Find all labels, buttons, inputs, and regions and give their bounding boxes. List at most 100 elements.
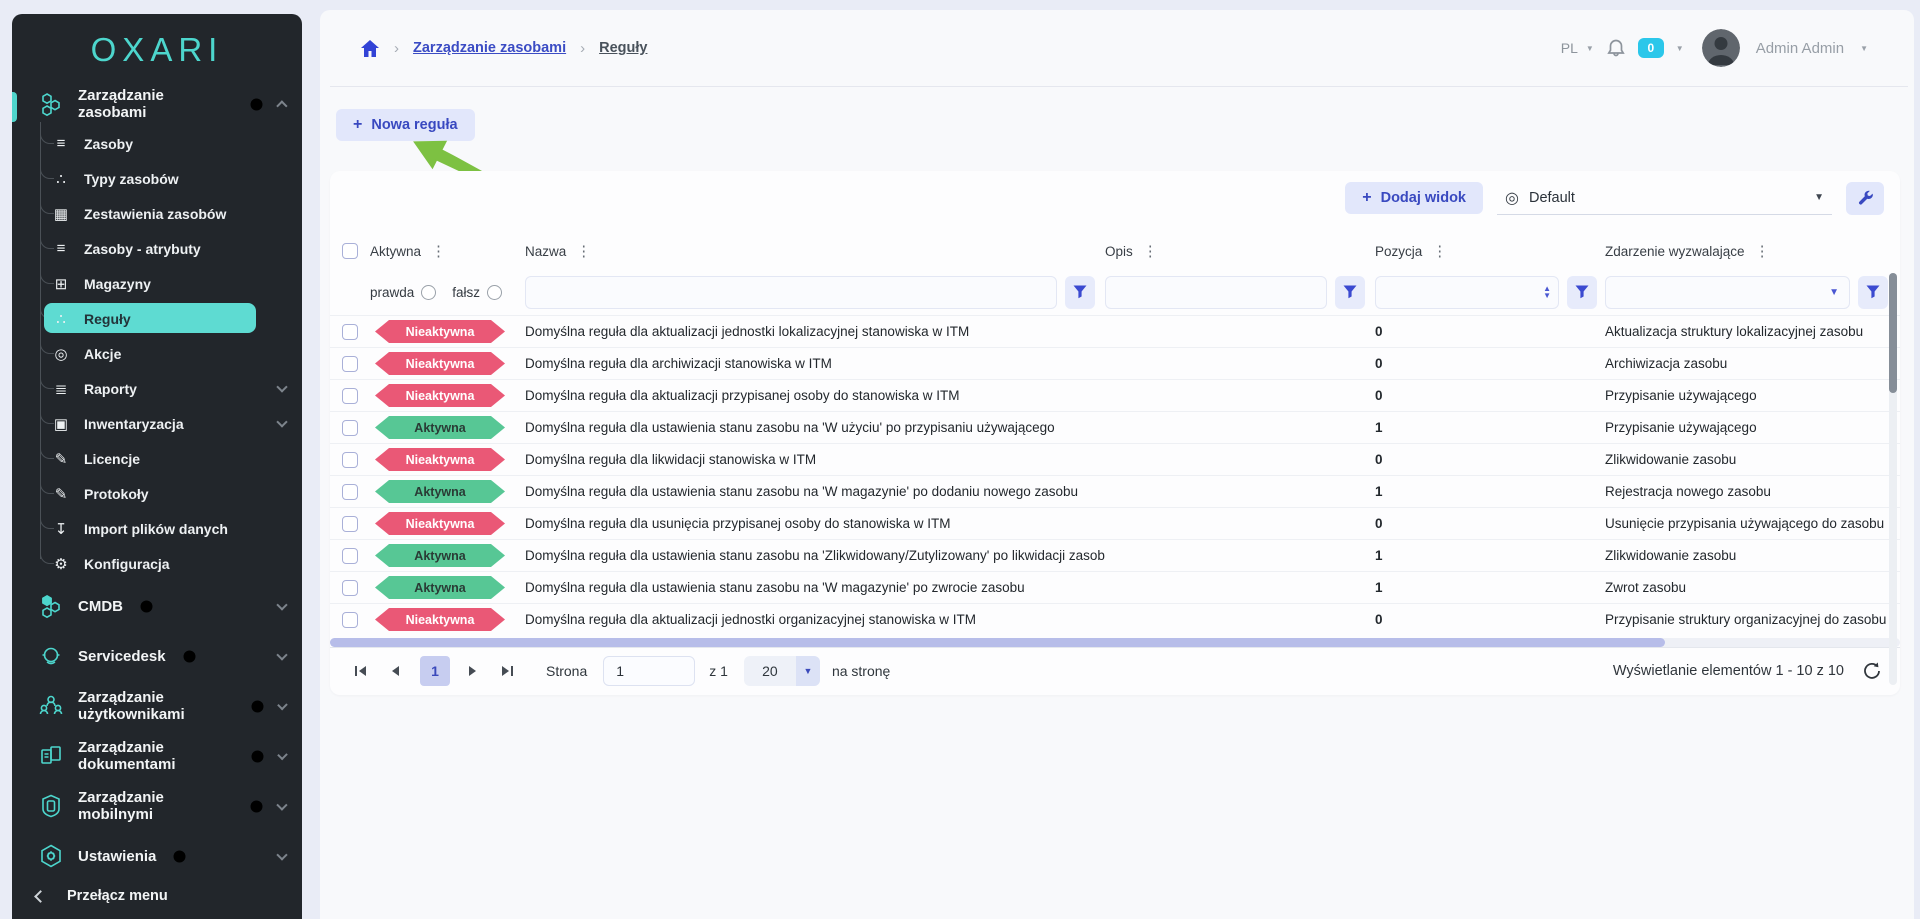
breadcrumb-current-reguly[interactable]: Reguły — [599, 40, 647, 56]
trigger-filter-select[interactable]: ▼ — [1605, 276, 1850, 309]
row-checkbox[interactable] — [342, 612, 358, 628]
scrollbar-thumb[interactable] — [330, 638, 1665, 647]
refresh-icon[interactable] — [1862, 661, 1882, 681]
chevron-down-icon: ▼ — [1586, 44, 1594, 53]
sidebar-group-asset-management[interactable]: Zarządzanie zasobami — [12, 82, 302, 126]
sidebar-item-akcje[interactable]: ◎ Akcje — [12, 336, 302, 371]
view-selector[interactable]: ◎ Default ▼ — [1497, 181, 1832, 215]
column-menu-icon[interactable]: ⋮ — [1432, 242, 1447, 260]
per-page-label: na stronę — [832, 663, 890, 679]
rule-trigger: Aktualizacja struktury lokalizacyjnej za… — [1605, 324, 1900, 339]
sidebar-item-protokoly[interactable]: ✎ Protokoły — [12, 476, 302, 511]
description-filter-input[interactable] — [1105, 276, 1327, 309]
chevron-down-icon[interactable]: ▼ — [1676, 44, 1684, 53]
scrollbar-thumb[interactable] — [1889, 273, 1897, 393]
row-checkbox[interactable] — [342, 420, 358, 436]
table-row[interactable]: Aktywna Domyślna reguła dla ustawienia s… — [330, 539, 1900, 571]
sidebar-item-inwentaryzacja[interactable]: ▣ Inwentaryzacja — [12, 406, 302, 441]
column-header-nazwa[interactable]: Nazwa — [525, 244, 566, 259]
trigger-filter-funnel-button[interactable] — [1858, 276, 1888, 309]
sidebar-item-reguly[interactable]: ∴ Reguły — [12, 301, 302, 336]
rule-trigger: Zlikwidowanie zasobu — [1605, 548, 1900, 563]
spinner-down-icon[interactable]: ▼ — [1543, 292, 1551, 299]
name-filter-input[interactable] — [525, 276, 1057, 309]
table-row[interactable]: Aktywna Domyślna reguła dla ustawienia s… — [330, 411, 1900, 443]
sidebar-item-import-plikow[interactable]: ↧ Import plików danych — [12, 511, 302, 546]
page-size-select[interactable]: 20 ▼ — [744, 656, 820, 686]
plus-icon: + — [1362, 190, 1371, 206]
position-filter-input[interactable] — [1375, 276, 1559, 309]
sidebar: OXARI Zarządzanie zasobami ≡ Zasoby ∴ Ty… — [12, 14, 302, 919]
column-menu-icon[interactable]: ⋮ — [576, 242, 591, 260]
table-row[interactable]: Nieaktywna Domyślna reguła dla aktualiza… — [330, 379, 1900, 411]
sidebar-item-konfiguracja[interactable]: ⚙ Konfiguracja — [12, 546, 302, 581]
bell-icon[interactable] — [1606, 38, 1626, 59]
row-checkbox[interactable] — [342, 548, 358, 564]
sidebar-item-zasoby[interactable]: ≡ Zasoby — [12, 126, 302, 161]
table-row[interactable]: Aktywna Domyślna reguła dla ustawienia s… — [330, 475, 1900, 507]
last-page-button[interactable] — [494, 658, 520, 684]
row-checkbox[interactable] — [342, 516, 358, 532]
row-checkbox[interactable] — [342, 356, 358, 372]
rule-name: Domyślna reguła dla ustawienia stanu zas… — [520, 548, 1105, 563]
sidebar-group-cmdb[interactable]: CMDB — [12, 581, 302, 631]
sidebar-item-raporty[interactable]: ≣ Raporty — [12, 371, 302, 406]
radio-false[interactable] — [487, 285, 502, 300]
column-header-aktywna[interactable]: Aktywna — [370, 244, 421, 259]
breadcrumb-link-asset-management[interactable]: Zarządzanie zasobami — [413, 40, 566, 56]
sidebar-item-zestawienia-zasobow[interactable]: ▦ Zestawienia zasobów — [12, 196, 302, 231]
position-filter-funnel-button[interactable] — [1567, 276, 1597, 309]
toggle-menu-button[interactable]: Przełącz menu — [12, 873, 302, 919]
row-checkbox[interactable] — [342, 580, 358, 596]
sidebar-nav: Zarządzanie zasobami ≡ Zasoby ∴ Typy zas… — [12, 76, 302, 881]
sidebar-group-servicedesk[interactable]: Servicedesk — [12, 631, 302, 681]
previous-page-button[interactable] — [382, 658, 408, 684]
avatar[interactable] — [1702, 29, 1740, 67]
sidebar-children: ≡ Zasoby ∴ Typy zasobów ▦ Zestawienia za… — [12, 126, 302, 581]
table-row[interactable]: Nieaktywna Domyślna reguła dla aktualiza… — [330, 603, 1900, 635]
chevron-down-icon[interactable]: ▼ — [1860, 44, 1868, 53]
language-selector[interactable]: PL ▼ — [1561, 40, 1594, 56]
row-checkbox[interactable] — [342, 388, 358, 404]
radio-label-false: fałsz — [452, 285, 480, 300]
sidebar-group-mobile-management[interactable]: Zarządzanie mobilnymi — [12, 781, 302, 831]
sidebar-group-document-management[interactable]: Zarządzanie dokumentami — [12, 731, 302, 781]
home-icon[interactable] — [360, 39, 380, 58]
horizontal-scrollbar[interactable] — [330, 638, 1900, 647]
column-menu-icon[interactable]: ⋮ — [1755, 242, 1770, 260]
description-filter-funnel-button[interactable] — [1335, 276, 1365, 309]
grid-settings-button[interactable] — [1846, 182, 1884, 215]
table-row[interactable]: Aktywna Domyślna reguła dla ustawienia s… — [330, 571, 1900, 603]
gauge-icon — [249, 97, 264, 112]
column-header-pozycja[interactable]: Pozycja — [1375, 244, 1422, 259]
next-page-button[interactable] — [460, 658, 486, 684]
table-row[interactable]: Nieaktywna Domyślna reguła dla aktualiza… — [330, 315, 1900, 347]
table-row[interactable]: Nieaktywna Domyślna reguła dla likwidacj… — [330, 443, 1900, 475]
row-checkbox[interactable] — [342, 324, 358, 340]
select-all-checkbox[interactable] — [342, 243, 358, 259]
column-header-zdarzenie[interactable]: Zdarzenie wyzwalające — [1605, 244, 1745, 259]
number-spinner[interactable]: ▲ ▼ — [1543, 285, 1551, 299]
user-name[interactable]: Admin Admin — [1756, 40, 1844, 57]
name-filter-funnel-button[interactable] — [1065, 276, 1095, 309]
column-menu-icon[interactable]: ⋮ — [431, 242, 446, 260]
row-checkbox[interactable] — [342, 452, 358, 468]
page-number-button[interactable]: 1 — [420, 656, 450, 686]
page-number-input[interactable] — [603, 656, 695, 686]
row-checkbox[interactable] — [342, 484, 358, 500]
table-row[interactable]: Nieaktywna Domyślna reguła dla usunięcia… — [330, 507, 1900, 539]
radio-true[interactable] — [421, 285, 436, 300]
first-page-button[interactable] — [348, 658, 374, 684]
column-menu-icon[interactable]: ⋮ — [1143, 242, 1158, 260]
table-row[interactable]: Nieaktywna Domyślna reguła dla archiwiza… — [330, 347, 1900, 379]
sidebar-group-user-management[interactable]: Zarządzanie użytkownikami — [12, 681, 302, 731]
sidebar-item-zasoby-atrybuty[interactable]: ≡ Zasoby - atrybuty — [12, 231, 302, 266]
sidebar-item-licencje[interactable]: ✎ Licencje — [12, 441, 302, 476]
document-edit-icon: ✎ — [50, 485, 72, 503]
add-view-button[interactable]: + Dodaj widok — [1345, 182, 1483, 214]
sidebar-item-typy-zasobow[interactable]: ∴ Typy zasobów — [12, 161, 302, 196]
vertical-scrollbar[interactable] — [1889, 273, 1897, 685]
column-header-opis[interactable]: Opis — [1105, 244, 1133, 259]
new-rule-button[interactable]: + Nowa reguła — [336, 109, 475, 141]
sidebar-item-magazyny[interactable]: ⊞ Magazyny — [12, 266, 302, 301]
